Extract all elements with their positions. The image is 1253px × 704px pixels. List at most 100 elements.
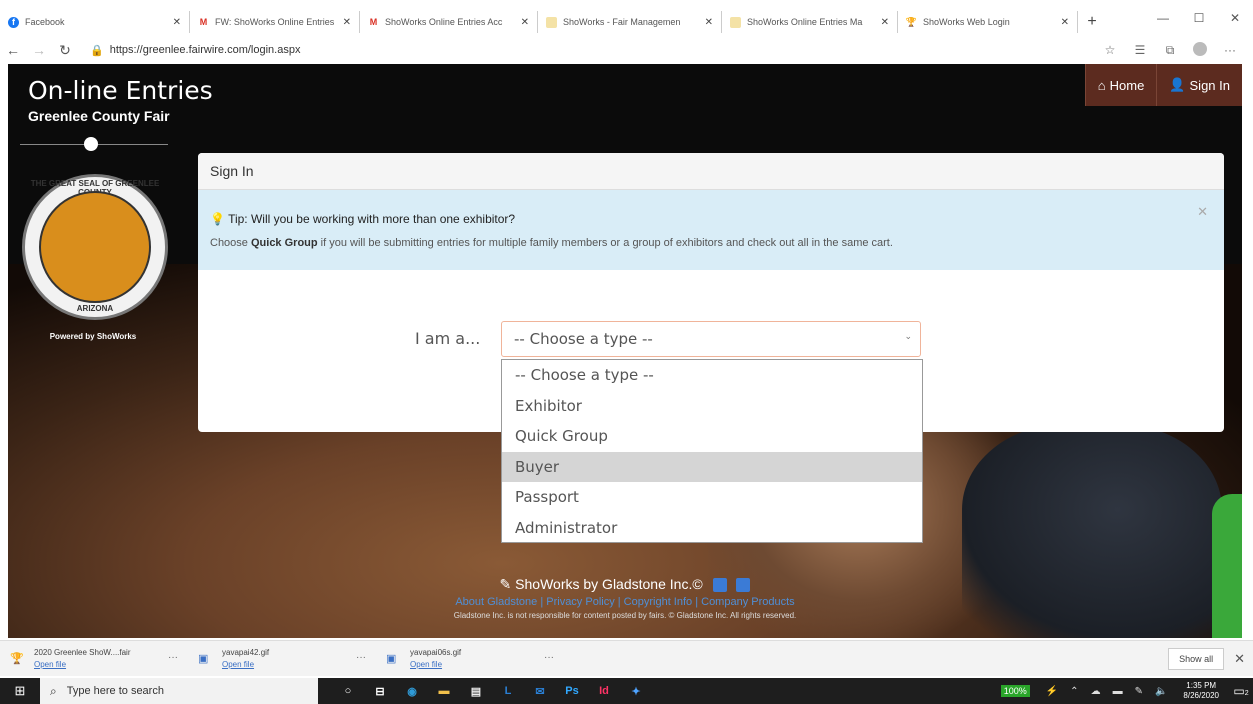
option-buyer[interactable]: Buyer <box>502 451 922 482</box>
user-type-select[interactable]: -- Choose a type -- ⌄ <box>501 321 921 357</box>
store-icon[interactable]: ▤ <box>461 680 492 702</box>
image-file-icon: ▣ <box>386 653 397 665</box>
twitter-icon[interactable] <box>712 578 727 593</box>
facebook-icon: f <box>8 16 19 28</box>
clock[interactable]: 1:35 PM 8/26/2020 <box>1183 681 1219 701</box>
profile-icon[interactable] <box>1185 41 1215 59</box>
tab-gmail-acc[interactable]: M ShoWorks Online Entries Acc ✕ <box>360 11 538 33</box>
close-downloads-icon[interactable]: ✕ <box>1234 651 1245 667</box>
download-item[interactable]: ▣ yavapai06s.gif Open file ··· <box>376 648 564 669</box>
favorites-list-icon[interactable]: ☰ <box>1125 43 1155 57</box>
app-icon[interactable]: ✦ <box>621 680 652 702</box>
url-field[interactable]: https://greenlee.fairwire.com/login.aspx <box>110 44 301 56</box>
gmail-icon: M <box>199 17 208 27</box>
home-label: Home <box>1109 77 1145 93</box>
panel-heading: Sign In <box>198 153 1224 190</box>
task-view-icon[interactable]: ⊟ <box>365 680 396 702</box>
tab-showorks-login[interactable]: 🏆 ShoWorks Web Login ✕ <box>898 11 1078 33</box>
windows-taskbar: ⊞ ⌕ Type here to search ○ ⊟ ◉ ▬ ▤ L ✉ Ps… <box>0 678 1253 704</box>
clock-time: 1:35 PM <box>1186 681 1217 690</box>
system-tray: 100% ⚡ ⌃ ☁ ▬ ✎ 🔈 1:35 PM 8/26/2020 ▭2 <box>1000 678 1253 704</box>
download-more-icon[interactable]: ··· <box>544 652 554 663</box>
taskbar-apps: ○ ⊟ ◉ ▬ ▤ L ✉ Ps Id ✦ <box>332 680 652 702</box>
notification-center-icon[interactable]: ▭2 <box>1229 684 1253 698</box>
tab-showorks-ma[interactable]: ShoWorks Online Entries Ma ✕ <box>722 11 898 33</box>
window-controls: — ☐ ✕ <box>1145 7 1253 29</box>
photoshop-icon[interactable]: Ps <box>557 680 588 702</box>
battery-indicator[interactable]: 100% <box>1000 685 1030 697</box>
trophy-icon: 🏆 <box>905 16 918 27</box>
edge-icon[interactable]: ◉ <box>397 680 428 702</box>
refresh-icon[interactable]: ↻ <box>52 42 78 59</box>
home-button[interactable]: ⌂ Home <box>1084 64 1157 106</box>
gmail-icon: M <box>369 17 378 27</box>
download-more-icon[interactable]: ··· <box>168 652 178 663</box>
network-icon[interactable]: ▬ <box>1113 686 1123 697</box>
tab-showorks-fair[interactable]: ShoWorks - Fair Managemen ✕ <box>538 11 722 33</box>
close-tab-icon[interactable]: ✕ <box>343 17 351 28</box>
footer: ✎ ShoWorks by Gladstone Inc.© About Glad… <box>8 576 1242 620</box>
facebook-icon[interactable] <box>736 578 751 593</box>
open-file-link[interactable]: Open file <box>410 660 461 669</box>
open-file-link[interactable]: Open file <box>222 660 269 669</box>
new-tab-button[interactable]: + <box>1078 13 1106 31</box>
sign-in-button[interactable]: 👤 Sign In <box>1156 64 1242 106</box>
county-seal-logo: THE GREAT SEAL OF GREENLEE COUNTY ARIZON… <box>22 174 168 320</box>
close-tab-icon[interactable]: ✕ <box>173 17 181 28</box>
close-window-icon[interactable]: ✕ <box>1217 11 1253 25</box>
forward-icon[interactable]: → <box>26 42 52 58</box>
option-passport[interactable]: Passport <box>502 482 922 513</box>
tab-gmail-fw[interactable]: M FW: ShoWorks Online Entries ✕ <box>190 11 360 33</box>
tab-label: ShoWorks Online Entries Ma <box>747 17 863 27</box>
tip-title: 💡 Tip: Will you be working with more tha… <box>210 212 1212 226</box>
file-explorer-icon[interactable]: ▬ <box>429 680 460 702</box>
tab-facebook[interactable]: f Facebook ✕ <box>0 11 190 33</box>
divider-knob-icon[interactable] <box>84 137 98 151</box>
download-item[interactable]: 🏆 2020 Greenlee ShoW....fair Open file ··… <box>0 648 188 669</box>
tab-label: ShoWorks Online Entries Acc <box>385 17 503 27</box>
showorks-icon <box>546 16 557 28</box>
download-item[interactable]: ▣ yavapai42.gif Open file ··· <box>188 648 376 669</box>
collections-icon[interactable]: ⧉ <box>1155 43 1185 58</box>
taskbar-search-box[interactable]: ⌕ Type here to search <box>40 678 318 704</box>
download-more-icon[interactable]: ··· <box>356 652 366 663</box>
powered-by: Powered by ShoWorks <box>49 332 137 341</box>
minimize-icon[interactable]: — <box>1145 11 1181 25</box>
footer-links[interactable]: About Gladstone | Privacy Policy | Copyr… <box>8 596 1242 608</box>
favorite-star-icon[interactable]: ☆ <box>1095 43 1125 57</box>
show-all-button[interactable]: Show all <box>1168 648 1225 670</box>
sign-in-label: Sign In <box>1189 77 1230 93</box>
close-tab-icon[interactable]: ✕ <box>705 17 713 28</box>
close-tab-icon[interactable]: ✕ <box>881 17 889 28</box>
close-tab-icon[interactable]: ✕ <box>521 17 529 28</box>
mail-icon[interactable]: ✉ <box>525 680 556 702</box>
close-tip-icon[interactable]: ✕ <box>1197 204 1208 220</box>
onedrive-icon[interactable]: ☁ <box>1091 686 1101 697</box>
option-exhibitor[interactable]: Exhibitor <box>502 391 922 422</box>
cortana-icon[interactable]: ○ <box>333 680 364 702</box>
option-choose[interactable]: -- Choose a type -- <box>502 360 922 391</box>
option-administrator[interactable]: Administrator <box>502 513 922 544</box>
option-quick-group[interactable]: Quick Group <box>502 421 922 452</box>
download-name: 2020 Greenlee ShoW....fair <box>34 648 131 657</box>
address-bar: ← → ↻ 🔒 https://greenlee.fairwire.com/lo… <box>0 37 1253 63</box>
volume-icon[interactable]: 🔈 <box>1155 686 1167 697</box>
windows-start-icon[interactable]: ⊞ <box>0 683 40 699</box>
back-icon[interactable]: ← <box>0 42 26 58</box>
close-tab-icon[interactable]: ✕ <box>1061 17 1069 28</box>
search-icon: ⌕ <box>50 683 57 698</box>
tip-body: Choose Quick Group if you will be submit… <box>210 237 1212 249</box>
tab-label: ShoWorks Web Login <box>923 17 1010 27</box>
page-viewport: On-line Entries Greenlee County Fair THE… <box>8 64 1242 638</box>
tab-label: ShoWorks - Fair Managemen <box>563 17 681 27</box>
search-placeholder: Type here to search <box>66 685 164 697</box>
more-icon[interactable]: ··· <box>1215 43 1245 57</box>
pen-icon[interactable]: ✎ <box>1135 686 1143 697</box>
maximize-icon[interactable]: ☐ <box>1181 11 1217 25</box>
power-icon[interactable]: ⚡ <box>1046 686 1058 697</box>
indesign-icon[interactable]: Id <box>589 680 620 702</box>
open-file-link[interactable]: Open file <box>34 660 131 669</box>
lync-icon[interactable]: L <box>493 680 524 702</box>
chevron-up-icon[interactable]: ⌃ <box>1070 686 1078 697</box>
showorks-logo-icon: ✎ <box>499 576 512 592</box>
